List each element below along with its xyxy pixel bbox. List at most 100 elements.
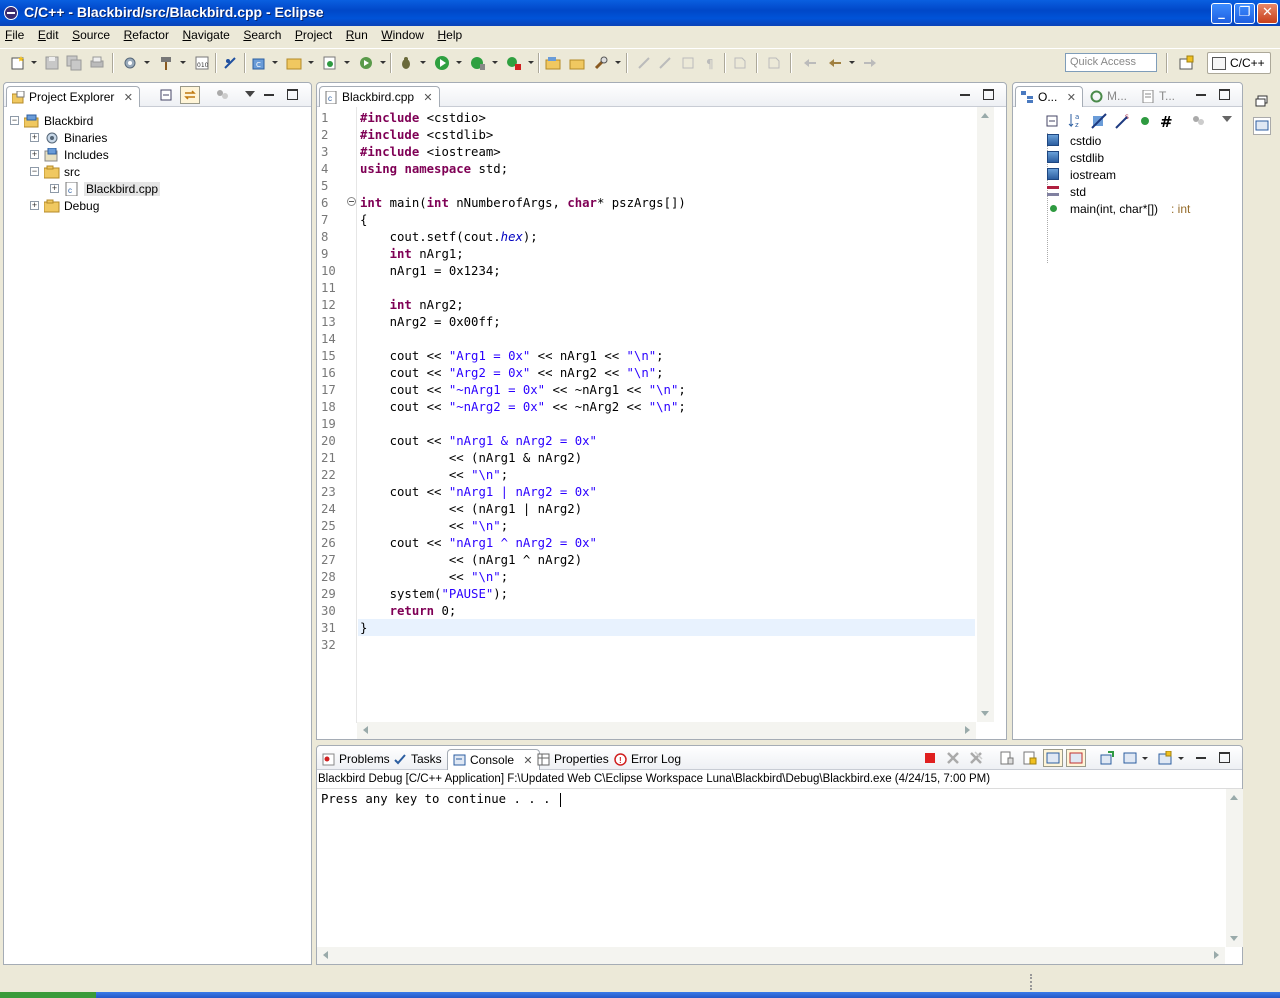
menu-file[interactable]: File xyxy=(5,26,24,42)
search-icon[interactable] xyxy=(593,55,609,71)
maximize-view-icon[interactable] xyxy=(983,89,994,100)
block-select-icon[interactable] xyxy=(680,55,696,71)
new-class-icon[interactable] xyxy=(322,55,338,71)
hide-nonpublic-icon[interactable] xyxy=(1139,115,1151,127)
perspective-cpp-button[interactable]: C/C++ xyxy=(1207,52,1271,74)
tab-make-targets[interactable]: M... xyxy=(1085,86,1133,107)
minimize-view-icon[interactable] xyxy=(1196,89,1207,100)
close-icon[interactable]: ✕ xyxy=(124,91,133,104)
console-horizontal-scrollbar[interactable] xyxy=(317,947,1225,964)
view-menu-icon[interactable] xyxy=(245,91,255,97)
link-with-editor-icon[interactable] xyxy=(180,86,200,104)
collapse-icon[interactable]: − xyxy=(30,167,39,176)
menu-source[interactable]: Source xyxy=(72,26,110,42)
tab-blackbird-cpp[interactable]: c Blackbird.cpp ✕ xyxy=(319,86,440,107)
maximize-view-icon[interactable] xyxy=(1219,752,1230,763)
remove-launch-icon[interactable] xyxy=(946,751,960,765)
scroll-lock-icon[interactable] xyxy=(1023,751,1037,765)
tab-outline[interactable]: O... ✕ xyxy=(1015,86,1083,107)
collapse-all-icon[interactable] xyxy=(1046,114,1060,128)
hide-static-icon[interactable]: S xyxy=(1115,113,1131,129)
pen-icon[interactable] xyxy=(636,55,652,71)
menu-search[interactable]: Search xyxy=(243,26,281,42)
close-icon[interactable]: ✕ xyxy=(1067,91,1076,104)
filter-icon[interactable] xyxy=(215,88,229,102)
minimize-view-icon[interactable] xyxy=(264,89,275,100)
clear-console-icon[interactable] xyxy=(1000,751,1014,765)
menu-navigate[interactable]: Navigate xyxy=(182,26,229,42)
hide-fields-icon[interactable] xyxy=(1091,113,1107,129)
new-icon[interactable] xyxy=(10,55,26,71)
tab-tasks[interactable]: Tasks xyxy=(389,749,448,770)
debug-bug-icon[interactable] xyxy=(398,55,414,71)
menu-window[interactable]: Window xyxy=(381,26,424,42)
show-stderr-icon[interactable] xyxy=(1066,749,1086,767)
open-console-icon[interactable] xyxy=(1158,751,1172,765)
run-icon[interactable] xyxy=(434,55,450,71)
filter-icon[interactable] xyxy=(1191,114,1207,128)
save-all-icon[interactable] xyxy=(66,55,82,71)
show-whitespace-icon[interactable]: ¶ xyxy=(703,55,719,71)
minimize-view-icon[interactable] xyxy=(960,89,971,100)
maximize-view-icon[interactable] xyxy=(287,89,298,100)
prev-annotation-icon[interactable] xyxy=(766,55,782,71)
menu-edit[interactable]: Edit xyxy=(38,26,59,42)
collapse-icon[interactable]: − xyxy=(10,116,19,125)
editor-horizontal-scrollbar[interactable] xyxy=(357,722,976,739)
terminate-icon[interactable] xyxy=(923,751,937,765)
debug-icon[interactable] xyxy=(358,55,374,71)
last-edit-icon[interactable] xyxy=(802,55,818,71)
new-folder-icon[interactable] xyxy=(286,55,302,71)
close-icon[interactable]: ✕ xyxy=(423,91,432,104)
profile-icon[interactable] xyxy=(470,55,486,71)
binary-icon[interactable]: 010 xyxy=(194,55,210,71)
back-arrow-icon[interactable] xyxy=(827,55,843,71)
next-annotation-icon[interactable] xyxy=(732,55,748,71)
show-stdout-icon[interactable] xyxy=(1043,749,1063,767)
menu-project[interactable]: Project xyxy=(295,26,332,42)
forward-arrow-icon[interactable] xyxy=(862,55,878,71)
display-console-dropdown[interactable] xyxy=(1142,757,1148,760)
hide-macros-icon[interactable]: # xyxy=(1159,113,1175,129)
expand-icon[interactable]: + xyxy=(30,133,39,142)
collapse-all-icon[interactable] xyxy=(160,88,174,102)
pin-console-icon[interactable] xyxy=(1100,751,1114,765)
console-output[interactable]: Press any key to continue . . . xyxy=(321,792,561,807)
open-type-icon[interactable] xyxy=(545,55,561,71)
tab-project-explorer[interactable]: Project Explorer ✕ xyxy=(6,86,140,107)
expand-icon[interactable]: + xyxy=(30,150,39,159)
minimize-button[interactable]: _ xyxy=(1211,3,1232,24)
open-perspective-icon[interactable] xyxy=(1178,55,1194,71)
eclipse-icon[interactable] xyxy=(4,6,18,20)
open-element-icon[interactable] xyxy=(569,55,585,71)
fast-view-icon[interactable] xyxy=(1253,117,1271,135)
save-icon[interactable] xyxy=(44,55,60,71)
tab-properties[interactable]: Properties xyxy=(532,749,615,770)
expand-icon[interactable]: + xyxy=(50,184,59,193)
tab-error-log[interactable]: ! Error Log xyxy=(609,749,687,770)
display-console-icon[interactable] xyxy=(1123,751,1137,765)
restore-icon[interactable] xyxy=(1255,95,1269,107)
maximize-view-icon[interactable] xyxy=(1219,89,1230,100)
view-menu-icon[interactable] xyxy=(1222,116,1232,122)
sort-icon[interactable]: az xyxy=(1068,112,1084,128)
open-console-dropdown[interactable] xyxy=(1178,757,1184,760)
manage-build-icon[interactable] xyxy=(122,55,138,71)
skip-breakpoints-icon[interactable] xyxy=(222,55,238,71)
close-button[interactable]: ✕ xyxy=(1257,3,1278,24)
start-button[interactable] xyxy=(0,992,96,998)
tab-problems[interactable]: Problems xyxy=(317,749,396,770)
expand-icon[interactable]: + xyxy=(30,201,39,210)
menu-help[interactable]: Help xyxy=(437,26,462,42)
build-hammer-icon[interactable] xyxy=(158,55,174,71)
menu-refactor[interactable]: Refactor xyxy=(124,26,169,42)
maximize-button[interactable]: ❐ xyxy=(1234,3,1255,24)
tab-task-list[interactable]: T... xyxy=(1137,86,1181,107)
console-vertical-scrollbar[interactable] xyxy=(1226,789,1243,947)
print-icon[interactable] xyxy=(89,55,105,71)
remove-all-icon[interactable] xyxy=(969,751,983,765)
external-tools-icon[interactable] xyxy=(506,55,522,71)
editor-vertical-scrollbar[interactable] xyxy=(977,107,994,722)
minimize-view-icon[interactable] xyxy=(1196,752,1207,763)
menu-run[interactable]: Run xyxy=(346,26,368,42)
